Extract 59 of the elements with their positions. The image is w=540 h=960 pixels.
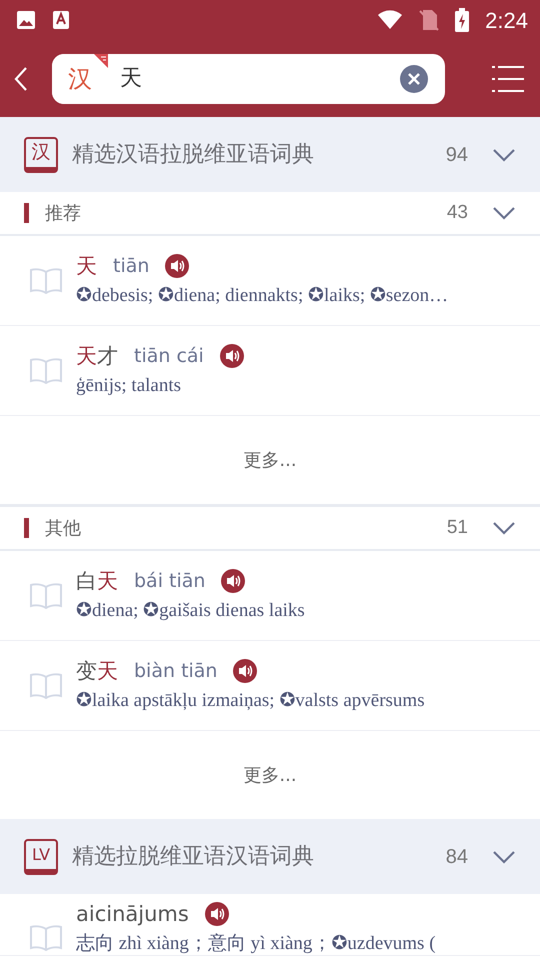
clear-icon[interactable] — [399, 64, 429, 94]
definition: 志向 zhì xiàng；意向 yì xiàng；✪uzdevums ( — [76, 932, 436, 956]
section-marker — [24, 203, 29, 223]
headword: 变天 — [76, 658, 118, 684]
group-count: 51 — [446, 516, 468, 540]
speaker-icon[interactable] — [204, 902, 229, 926]
definition: ✪debesis; ✪diena; diennakts; ✪laiks; ✪sezon… — [76, 284, 448, 308]
speaker-icon[interactable] — [233, 659, 258, 684]
entry-row[interactable]: aicinājums 志向 zhì xiàng；意向 yì xiàng；✪uzdevums ( — [0, 894, 540, 956]
speaker-icon[interactable] — [221, 569, 246, 594]
chevron-down-icon[interactable] — [492, 205, 516, 221]
pinyin: bái tiān — [134, 569, 206, 594]
chevron-down-icon[interactable] — [492, 520, 516, 536]
chevron-down-icon[interactable] — [492, 146, 516, 162]
headword: aicinājums — [76, 900, 189, 928]
speaker-icon[interactable] — [220, 344, 244, 368]
wifi-icon — [377, 10, 404, 30]
battery-charging-icon — [455, 8, 470, 32]
group-header[interactable]: 其他 51 — [0, 507, 540, 551]
swap-icon — [94, 54, 108, 68]
speaker-icon[interactable] — [165, 254, 190, 278]
search-input[interactable]: 天 — [108, 61, 399, 96]
headword: 白 天 — [76, 568, 118, 594]
search-field[interactable]: 汉 天 — [52, 54, 445, 104]
image-icon — [16, 10, 36, 30]
entry-row[interactable]: 天 tiān ✪debesis; ✪diena; diennakts; ✪laiks; ✪sezon… — [0, 236, 540, 326]
no-sim-icon — [419, 9, 440, 31]
definition: ✪diena; ✪gaišais dienas laiks — [76, 599, 305, 623]
dictionary-book-icon: LV — [24, 838, 58, 874]
dictionary-header[interactable]: 汉 精选汉语拉脱维亚语词典 94 — [0, 117, 540, 192]
pinyin: tiān cái — [134, 344, 204, 369]
definition: ✪laika apstākļu izmaiņas; ✪valsts apvērsums — [76, 689, 425, 713]
group-title: 其他 — [45, 516, 81, 540]
dictionary-header[interactable]: LV 精选拉脱维亚语汉语词典 84 — [0, 819, 540, 894]
book-icon — [30, 582, 62, 610]
dictionary-title: 精选汉语拉脱维亚语词典 — [72, 141, 314, 169]
dictionary-book-icon: 汉 — [24, 136, 58, 172]
back-icon[interactable] — [14, 66, 28, 92]
pinyin: biàn tiān — [134, 659, 218, 684]
headword: 天才 — [76, 342, 118, 370]
font-icon — [52, 10, 70, 30]
definition: ģēnijs; talants — [76, 374, 182, 398]
menu-icon[interactable] — [492, 64, 524, 94]
result-count: 94 — [446, 142, 468, 168]
group-count: 43 — [446, 200, 468, 225]
dictionary-title: 精选拉脱维亚语汉语词典 — [72, 843, 314, 871]
section-marker — [24, 518, 29, 538]
entry-row[interactable]: 白 天 bái tiān ✪diena; ✪gaišais dienas laiks — [0, 551, 540, 641]
headword: 天 — [76, 252, 97, 280]
result-count: 84 — [446, 844, 468, 870]
book-icon — [30, 266, 62, 294]
book-icon — [30, 924, 62, 952]
book-icon — [30, 356, 62, 384]
chevron-down-icon[interactable] — [492, 848, 516, 864]
pinyin: tiān — [113, 254, 150, 279]
group-header[interactable]: 推荐 43 — [0, 192, 540, 236]
status-time: 2:24 — [485, 6, 528, 34]
group-title: 推荐 — [45, 202, 81, 226]
book-icon — [30, 672, 62, 700]
